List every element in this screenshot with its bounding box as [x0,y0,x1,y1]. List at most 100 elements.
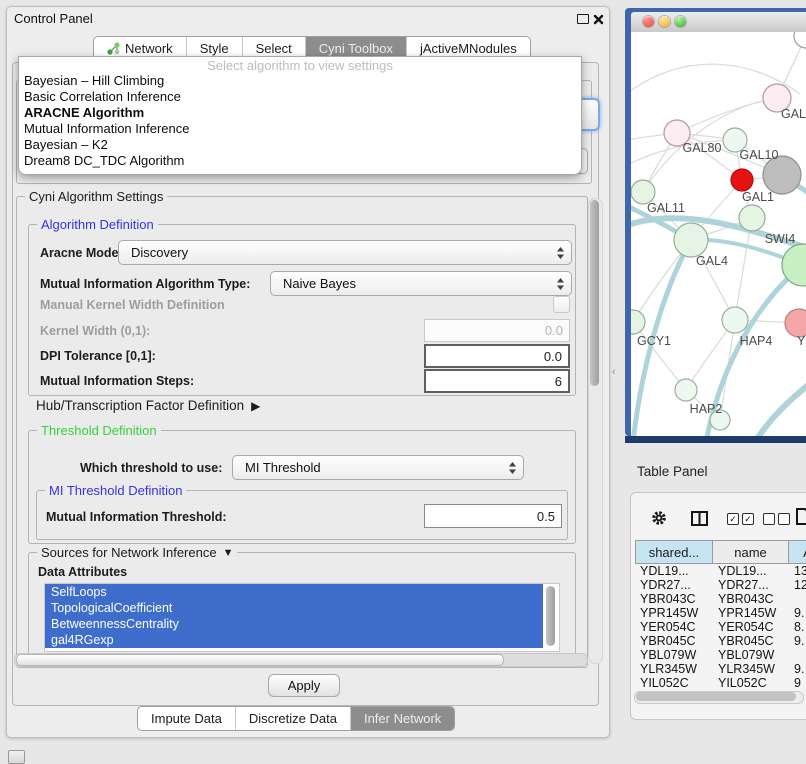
aracne-mode-label: Aracne Mode: [40,240,123,265]
column-header-a[interactable]: A [789,540,806,564]
table-row[interactable]: YBR045CYBR045C9. [635,634,806,648]
algorithm-option-aracne-algorithm[interactable]: ARACNE Algorithm [19,105,581,121]
close-window-icon[interactable] [593,12,604,23]
dpi-tolerance-field[interactable]: 0.0 [424,344,570,368]
algorithm-option-basic-correlation-inference[interactable]: Basic Correlation Inference [19,89,581,105]
zoom-traffic-light-button[interactable] [675,16,686,27]
attribute-item-betweennesscentrality[interactable]: BetweennessCentrality [45,616,543,632]
settings-vertical-scrollbar-thumb[interactable] [590,200,599,386]
tab-impute-data[interactable]: Impute Data [138,707,235,730]
mi-algorithm-type-value: Naive Bayes [283,276,356,291]
algorithm-option-bayesian-k2[interactable]: Bayesian – K2 [19,137,581,153]
attribute-item-gal4rgexp[interactable]: gal4RGexp [45,632,543,648]
table-cell: YBR045C [635,634,713,648]
apply-button[interactable]: Apply [268,674,340,697]
network-node[interactable] [731,169,753,191]
network-node[interactable] [794,32,806,48]
table-row[interactable]: YBL079WYBL079W [635,648,806,662]
table-row[interactable]: YLR345WYLR345W9. [635,662,806,676]
tab-label-infer-network: Infer Network [364,711,441,726]
table-cell: YBR045C [713,634,789,648]
algorithm-option-dream8-dc-tdc-algorithm[interactable]: Dream8 DC_TDC Algorithm [19,153,581,169]
collapse-arrow-icon[interactable]: ▼ [223,547,234,559]
tab-label-cyni-toolbox: Cyni Toolbox [319,41,393,56]
gear-icon[interactable] [650,509,668,532]
manual-kernel-width-checkbox[interactable] [553,296,570,313]
table-cell: YPR145W [713,606,789,620]
table-row[interactable]: YIL052CYIL052C9 [635,676,806,688]
aracne-mode-combo[interactable]: Discovery [118,240,572,265]
deselect-all-columns-icon[interactable] [763,513,790,525]
select-all-columns-icon[interactable]: ✓✓ [727,513,754,525]
column-header-shared[interactable]: shared... [635,540,713,564]
checked-box-icon: ✓ [742,513,754,525]
hub-transcription-factor-section[interactable]: Hub/Transcription Factor Definition ▶ [36,398,260,413]
data-attributes-label: Data Attributes [38,564,127,580]
attributes-list-scrollbar-thumb[interactable] [546,586,555,646]
kernel-width-field[interactable]: 0.0 [424,319,570,342]
settings-horizontal-scrollbar-thumb[interactable] [16,654,504,666]
tab-label-style: Style [200,41,229,56]
dpi-tolerance-label: DPI Tolerance [0,1]: [40,344,156,368]
network-edge[interactable] [755,385,806,436]
tab-label-select: Select [256,41,292,56]
table-row[interactable]: YPR145WYPR145W9. [635,606,806,620]
mi-threshold-field[interactable]: 0.5 [424,504,562,528]
which-threshold-combo[interactable]: MI Threshold [232,455,524,480]
network-canvas[interactable]: GALGAL80GAL10GAL1GAL11SWI4GAL4GCY1HAP4YH… [631,32,806,436]
bottom-tab-bar: Impute Data Discretize Data Infer Network [137,706,455,731]
expand-arrow-icon[interactable]: ▶ [251,399,260,413]
node-table[interactable]: shared...nameAYDL19...YDL19...13YDR27...… [635,540,806,688]
table-row[interactable]: YBR043CYBR043C [635,592,806,606]
network-node[interactable] [675,379,697,401]
network-window-titlebar[interactable] [631,12,806,33]
mi-algorithm-type-combo[interactable]: Naive Bayes [270,271,572,296]
file-icon[interactable] [796,508,806,530]
table-cell: 12 [789,578,806,592]
dpi-tolerance-value: 0.0 [544,349,562,364]
table-cell: YLR345W [713,662,789,676]
algorithm-dropdown-list: Bayesian – Hill ClimbingBasic Correlatio… [19,73,581,169]
table-cell: YDR27... [713,578,789,592]
table-horizontal-scrollbar-thumb[interactable] [636,692,796,701]
float-window-icon[interactable] [577,14,589,24]
algorithm-option-mutual-information-inference[interactable]: Mutual Information Inference [19,121,581,137]
table-row[interactable]: YDL19...YDL19...13 [635,564,806,578]
network-node[interactable] [722,307,748,333]
panel-splitter-handle[interactable]: ‹ [612,366,616,378]
attribute-item-topologicalcoefficient[interactable]: TopologicalCoefficient [45,600,543,616]
hub-transcription-factor-label: Hub/Transcription Factor Definition [36,398,244,413]
tab-label-impute-data: Impute Data [151,711,222,726]
attribute-item-selfloops[interactable]: SelfLoops [45,584,543,600]
data-attributes-list[interactable]: SelfLoopsTopologicalCoefficientBetweenne… [44,583,560,652]
tab-label-network: Network [125,41,173,56]
checked-box-icon: ✓ [727,513,739,525]
mi-steps-field[interactable]: 6 [424,369,570,393]
tab-infer-network[interactable]: Infer Network [350,707,454,730]
algorithm-option-bayesian-hill-climbing[interactable]: Bayesian – Hill Climbing [19,73,581,89]
aracne-mode-value: Discovery [131,245,188,260]
node-label: Y [797,334,806,348]
network-node[interactable] [631,310,645,334]
column-header-name[interactable]: name [713,540,789,564]
table-cell: 8. [789,620,806,634]
close-traffic-light-button[interactable] [643,16,654,27]
table-cell: YLR345W [635,662,713,676]
network-edge[interactable] [677,98,777,133]
split-columns-icon[interactable] [691,511,708,531]
cyni-algorithm-settings-title: Cyni Algorithm Settings [25,189,167,204]
network-node[interactable] [674,223,708,257]
which-threshold-label: Which threshold to use: [80,455,222,480]
network-node[interactable] [739,205,765,231]
node-label: HAP4 [740,334,773,348]
minimize-traffic-light-button[interactable] [659,16,670,27]
table-row[interactable]: YDR27...YDR27...12 [635,578,806,592]
kernel-width-value: 0.0 [545,323,563,338]
table-row[interactable]: YER054CYER054C8. [635,620,806,634]
network-node[interactable] [785,309,806,337]
table-cell: 9 [789,676,806,688]
node-label: GCY1 [637,334,671,348]
mi-threshold-value: 0.5 [537,509,555,524]
tab-discretize-data[interactable]: Discretize Data [235,707,350,730]
apply-button-label: Apply [288,678,321,693]
